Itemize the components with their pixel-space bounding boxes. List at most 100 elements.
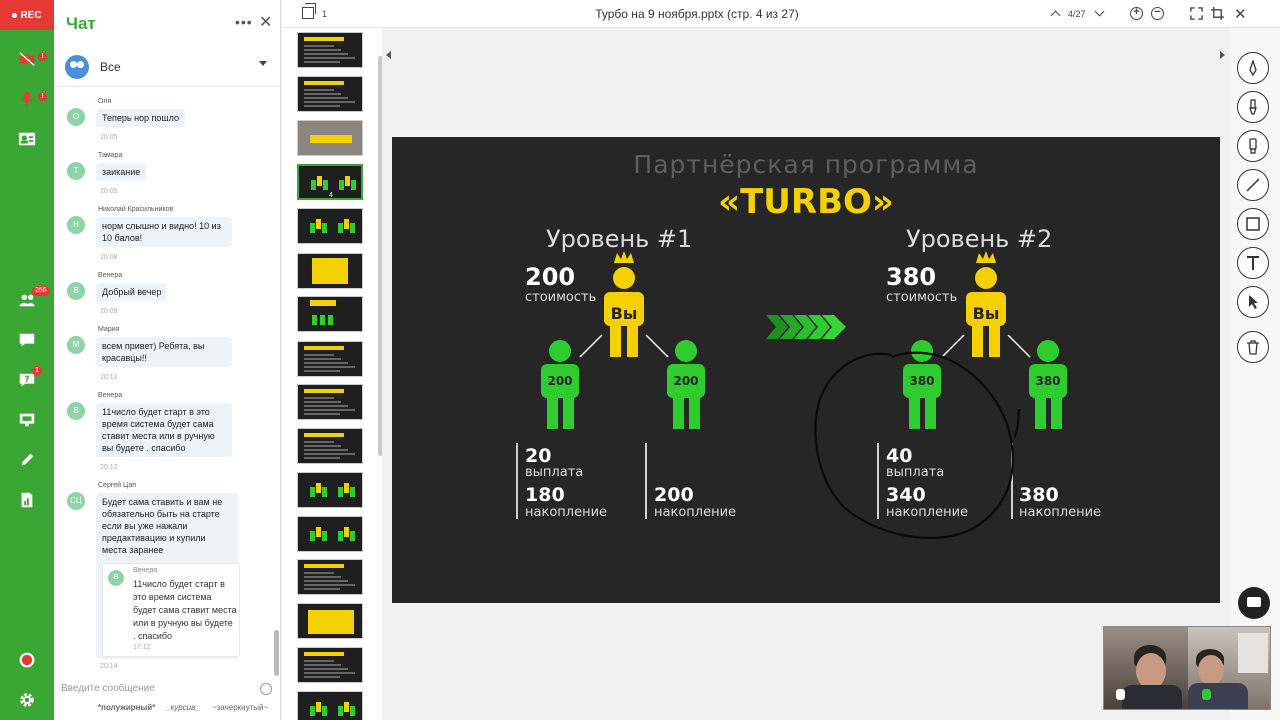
prev-page-icon[interactable] [1050,10,1061,21]
status-button[interactable] [0,643,54,677]
slide-thumbnail[interactable] [297,647,363,683]
slide-thumbnail[interactable] [297,384,363,420]
message-input[interactable]: Введите сообщение [61,683,231,694]
pen-tool-button[interactable] [1237,52,1269,84]
message-text: Добрый вечер [96,283,168,301]
slide-thumbnail[interactable] [297,341,363,377]
pencil-icon [21,453,34,466]
pointer-tool-button[interactable] [1237,286,1269,318]
whiteboard-button[interactable] [0,443,54,477]
accum-value: 340 [886,484,926,506]
marker-tool-button[interactable] [1237,130,1269,162]
slide-thumbnail[interactable] [297,32,363,68]
fullscreen-icon[interactable] [1190,7,1203,20]
close-icon[interactable]: ✕ [259,12,272,32]
collapse-right-icon[interactable] [1220,51,1225,59]
quoted-message[interactable]: В Венера 11число будет старт в это время… [102,563,240,657]
zoom-out-icon[interactable]: − [1151,7,1164,20]
thumb-text-line [304,405,348,407]
slide-thumbnail[interactable] [297,208,363,244]
message-text: заикание [96,163,147,181]
thumb-text-line [304,49,341,51]
thumb-text-line [304,366,355,368]
rec-indicator[interactable]: REC [0,0,54,30]
rect-tool-button[interactable] [1237,208,1269,240]
format-strike-hint: ~зачеркнутый~ [212,703,269,712]
child-value: 200 [673,374,698,388]
thumb-text-line [304,441,334,443]
recipient-selector[interactable]: Все [64,54,274,80]
slide-thumbnail[interactable] [297,472,363,508]
message-time: 20:14 [100,663,118,670]
crop-icon[interactable] [1211,7,1224,20]
slide-thumbnail[interactable] [297,120,363,156]
presentation-icon [19,413,35,427]
chat-scrollbar[interactable] [274,630,279,676]
thumb-figure [350,531,355,541]
level-title: Уровень #1 [546,225,692,253]
text-tool-button[interactable] [1237,247,1269,279]
presentation-button[interactable] [0,403,54,437]
video-face [1136,653,1166,689]
group-avatar [65,55,89,79]
person-child-figure: 200 [667,340,705,429]
brush-tool-button[interactable] [1237,91,1269,123]
slide-thumbnail[interactable] [297,691,363,720]
clear-tool-button[interactable] [1237,331,1269,363]
slide-heading: Партнёрская программа [633,150,978,179]
thumb-figure [350,706,355,716]
close-viewer-icon[interactable]: ✕ [1234,5,1247,23]
thumb-title-bar [310,135,352,143]
collapse-left-icon[interactable] [386,51,391,59]
thumb-text-line [304,588,340,590]
person-child-figure: 380 [1029,340,1067,429]
message-list[interactable]: О Оля Теперь нор пошло 20:05 Т Тамара за… [54,87,280,672]
report-button[interactable] [0,483,54,517]
thumb-figure [316,702,321,712]
chat-toggle-button[interactable] [1238,587,1270,619]
more-options-icon[interactable]: ••• [235,14,253,30]
participant-card-button[interactable] [0,122,54,156]
chevron-down-icon [259,61,267,66]
thumb-text-line [304,584,355,586]
thumb-figure [345,176,350,186]
slide-thumbnail[interactable] [297,296,363,332]
recipient-label: Все [100,60,121,74]
slide-thumbnail[interactable] [297,603,363,639]
thumb-figure [339,180,344,190]
thumb-text-line [304,358,341,360]
mic-toggle-button[interactable]: ! [0,82,54,116]
payout-label: выплата [525,465,583,480]
line-tool-icon [1246,178,1260,192]
line-tool-button[interactable] [1237,169,1269,201]
trash-icon [1247,340,1259,355]
slide-thumbnail[interactable] [297,559,363,595]
thumbnail-strip[interactable]: 4 [282,28,383,720]
camera-toggle-button[interactable]: ! [0,42,54,76]
thumb-text-line [304,53,348,55]
slide-thumbnail[interactable] [297,516,363,552]
chat-nav-button[interactable] [0,323,54,357]
next-page-icon[interactable] [1094,6,1105,17]
slide-thumbnail[interactable] [297,253,363,289]
slide-thumbnail[interactable] [297,428,363,464]
message-author: Венера [98,272,123,279]
questions-button[interactable]: ? 1 [0,363,54,397]
zoom-in-icon[interactable]: + [1130,7,1143,20]
child-value: 200 [547,374,572,388]
pages-icon[interactable] [302,3,316,19]
thumb-text-line [304,572,334,574]
slide-thumbnail[interactable]: 4 [297,164,363,200]
quote-time: 17:12 [133,644,151,651]
settings-button[interactable] [0,683,54,717]
thumb-title-bar [304,433,344,437]
avatar: В [67,402,85,420]
slide-thumbnail[interactable] [297,76,363,112]
participant-video-tile [1188,627,1270,709]
participants-button[interactable]: 266 [0,283,54,317]
video-preview[interactable] [1103,626,1271,710]
rect-tool-icon [1246,217,1260,231]
emoji-icon[interactable] [260,683,272,695]
message-time: 20:05 [100,134,118,141]
thumb-figure [316,527,321,537]
